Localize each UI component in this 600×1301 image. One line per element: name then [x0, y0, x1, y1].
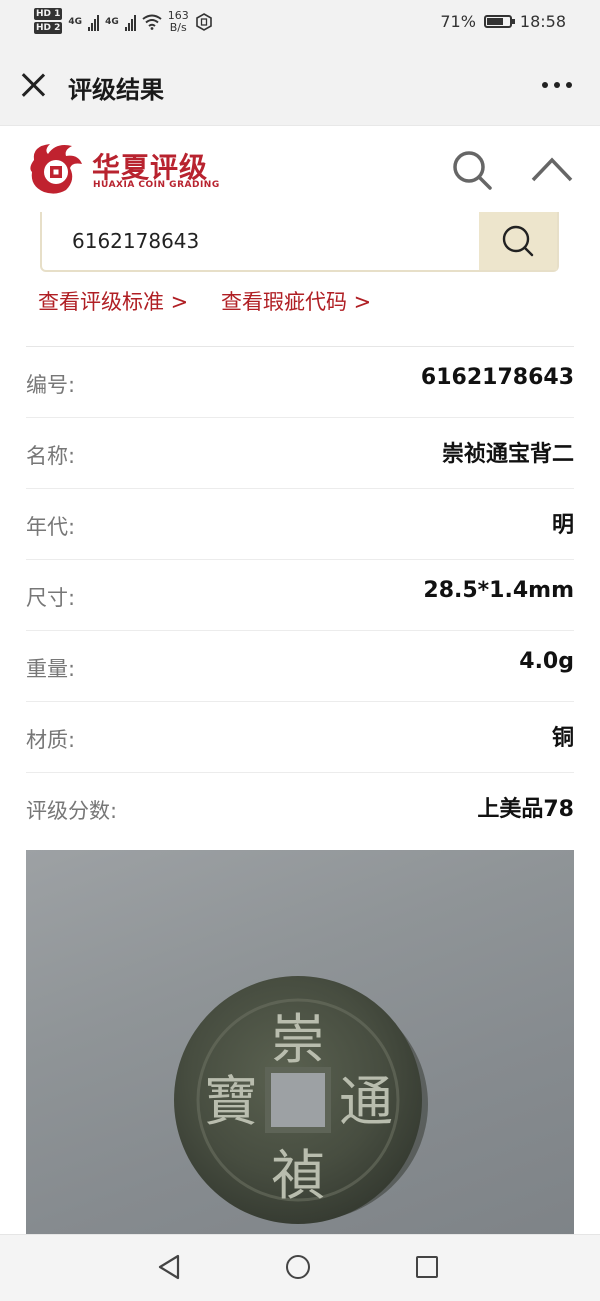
detail-row-size: 尺寸: 28.5*1.4mm [26, 560, 574, 631]
search-icon[interactable] [450, 148, 494, 192]
wifi-icon [142, 14, 162, 30]
more-icon[interactable] [542, 82, 572, 88]
detail-label: 材质: [26, 728, 76, 752]
detail-row-name: 名称: 崇祯通宝背二 [26, 418, 574, 489]
detail-label: 尺寸: [26, 586, 76, 610]
detail-row-serial: 编号: 6162178643 [26, 347, 574, 418]
detail-label: 年代: [26, 515, 76, 539]
coin-photo: 崇 禎 寶 通 [26, 850, 574, 1240]
defect-codes-link[interactable]: 查看瑕疵代码 > [221, 290, 371, 314]
detail-row-material: 材质: 铜 [26, 702, 574, 773]
home-icon[interactable] [286, 1255, 310, 1279]
chevron-up-icon[interactable] [530, 154, 574, 184]
recent-apps-icon[interactable] [416, 1256, 438, 1278]
network-type-2: 4G [105, 17, 119, 27]
detail-label: 评级分数: [26, 799, 118, 823]
site-header: 华夏评级 HUAXIA COIN GRADING [0, 126, 600, 216]
detail-row-grade: 评级分数: 上美品78 [26, 773, 574, 843]
search-button-icon [502, 225, 534, 257]
back-icon[interactable] [156, 1253, 182, 1281]
detail-value: 铜 [551, 726, 574, 751]
battery-icon [483, 15, 515, 28]
detail-label: 重量: [26, 657, 76, 681]
hd2-badge: HD 2 [34, 22, 63, 34]
detail-value: 崇祯通宝背二 [441, 442, 574, 467]
detail-label: 编号: [26, 373, 76, 397]
battery-level [486, 18, 503, 25]
speed-unit: B/s [169, 21, 187, 34]
detail-row-weight: 重量: 4.0g [26, 631, 574, 702]
close-icon[interactable] [20, 72, 46, 98]
detail-value: 明 [551, 513, 574, 538]
search-box [40, 212, 559, 272]
coin-char-bottom: 禎 [271, 1144, 325, 1207]
network-speed: 163 B/s [168, 10, 189, 34]
network-type-1: 4G [68, 17, 83, 27]
search-button[interactable] [479, 212, 557, 270]
detail-value: 28.5*1.4mm [423, 578, 574, 603]
grading-standard-link[interactable]: 查看评级标准 > [38, 290, 188, 314]
coin-char-left: 寶 [204, 1070, 258, 1133]
hd-indicator: HD 1 HD 2 [34, 8, 63, 36]
quick-links: 查看评级标准 > 查看瑕疵代码 > [38, 286, 397, 316]
system-nav-bar [0, 1234, 600, 1301]
logo-icon [30, 144, 82, 194]
detail-label: 名称: [26, 444, 76, 468]
coin-char-top: 崇 [271, 1008, 325, 1071]
status-right-group: 71% 18:58 [440, 12, 566, 31]
signal-icon [88, 13, 100, 31]
grading-details: 编号: 6162178643 名称: 崇祯通宝背二 年代: 明 尺寸: 28.5… [26, 346, 574, 843]
clock: 18:58 [519, 12, 566, 31]
battery-percent: 71% [440, 12, 476, 31]
detail-value: 4.0g [519, 649, 574, 674]
search-input[interactable] [42, 212, 480, 270]
signal-icon-2 [124, 13, 136, 31]
detail-value: 6162178643 [420, 365, 574, 390]
status-bar: HD 1 HD 2 4G 4G 163 B/s 71% 18:58 [0, 0, 600, 46]
coin-image: 崇 禎 寶 通 [174, 976, 428, 1224]
hd1-badge: HD 1 [34, 8, 63, 20]
title-bar: 评级结果 [0, 46, 600, 126]
logo-text-en: HUAXIA COIN GRADING [93, 180, 220, 190]
detail-row-era: 年代: 明 [26, 489, 574, 560]
status-left-group: HD 1 HD 2 4G 4G 163 B/s [34, 8, 213, 36]
page-title: 评级结果 [68, 76, 164, 104]
coin-char-right: 通 [339, 1070, 393, 1133]
nfc-icon [195, 13, 212, 31]
detail-value: 上美品78 [477, 797, 574, 822]
